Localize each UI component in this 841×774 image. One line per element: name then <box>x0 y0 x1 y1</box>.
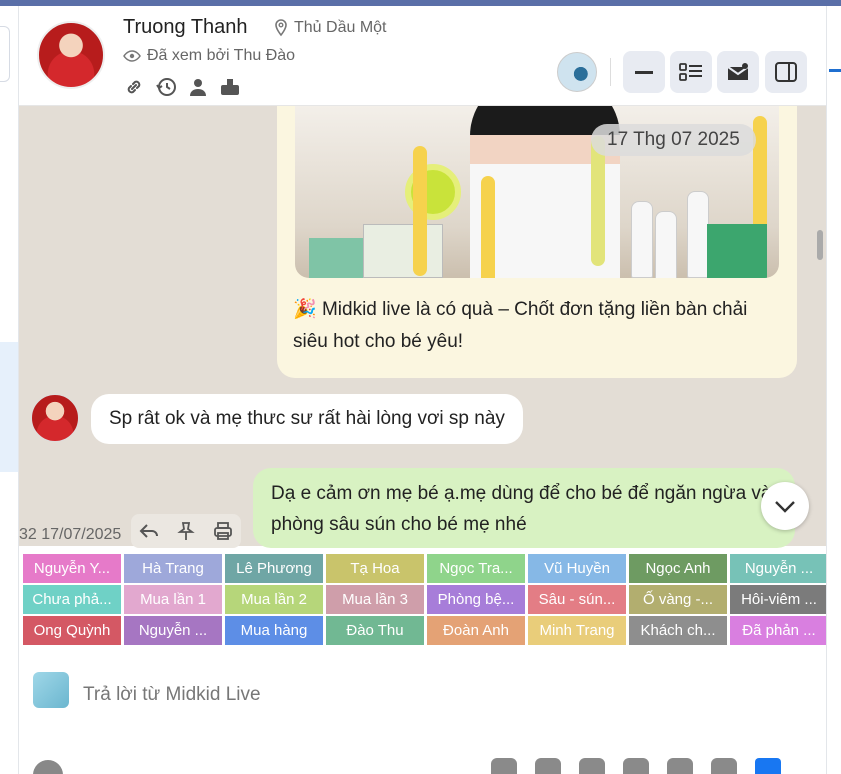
contact-location: Thủ Dầu Một <box>294 19 387 36</box>
tag-chip[interactable]: Phòng bệ... <box>427 585 525 614</box>
tag-chip[interactable]: Nguyễn Y... <box>23 554 121 583</box>
tag-chip[interactable]: Ố vàng -... <box>629 585 727 614</box>
product-bottle <box>687 191 709 278</box>
tag-chip[interactable]: Mua hàng <box>225 616 323 645</box>
tag-chip[interactable]: Tạ Hoa <box>326 554 424 583</box>
tag-chip[interactable]: Khách ch... <box>629 616 727 645</box>
scrollbar-thumb[interactable] <box>817 230 823 260</box>
minimize-icon <box>635 71 653 74</box>
tag-chip[interactable]: Mua lần 1 <box>124 585 222 614</box>
incoming-message[interactable]: Sp rât ok và mẹ thưc sư rất hài lòng vơi… <box>91 394 523 444</box>
tag-chip[interactable]: Hà Trang <box>124 554 222 583</box>
date-separator: 17 Thg 07 2025 <box>591 124 756 156</box>
right-indicator <box>829 69 841 72</box>
tag-chip[interactable]: Mua lần 3 <box>326 585 424 614</box>
template-icon[interactable] <box>711 758 737 774</box>
conversation-header: Truong Thanh Thủ Dầu Một Đã xem bởi Thu … <box>19 6 826 106</box>
message-actions <box>131 514 241 548</box>
link-icon[interactable] <box>123 76 145 98</box>
print-icon[interactable] <box>212 520 234 542</box>
outgoing-message[interactable]: Dạ e cảm ơn mẹ bé ạ.mẹ dùng để cho bé để… <box>253 468 795 548</box>
tag-chip[interactable]: Nguyễn ... <box>730 554 826 583</box>
tag-chip[interactable]: Lê Phương <box>225 554 323 583</box>
toothbrush-image <box>413 146 427 276</box>
contact-avatar[interactable] <box>37 21 105 89</box>
tag-chip[interactable]: Nguyễn ... <box>124 616 222 645</box>
product-bottle <box>655 211 677 278</box>
tag-chip[interactable]: Ngọc Tra... <box>427 554 525 583</box>
tag-chip[interactable]: Chưa phả... <box>23 585 121 614</box>
sticker-icon[interactable] <box>579 758 605 774</box>
left-collapse-tab[interactable] <box>0 26 10 82</box>
tag-chip[interactable]: Đã phản ... <box>730 616 826 645</box>
tag-chip[interactable]: Mua lần 2 <box>225 585 323 614</box>
location-pin-icon <box>275 19 287 37</box>
call-icon[interactable] <box>491 758 517 774</box>
party-emoji: 🎉 <box>293 299 317 320</box>
message-area[interactable]: 17 Thg 07 2025 🎉 Midkid live là có quà –… <box>19 106 826 548</box>
image-icon[interactable] <box>667 758 693 774</box>
envelope-icon <box>727 63 749 80</box>
tag-chip[interactable]: Đào Thu <box>326 616 424 645</box>
tag-grid: Nguyễn Y... Hà Trang Lê Phương Tạ Hoa Ngọc T… <box>23 554 826 645</box>
sidebar-toggle-button[interactable] <box>765 51 807 93</box>
media-caption: 🎉 Midkid live là có quà – Chốt đơn tặng … <box>293 294 779 358</box>
reply-bar: Trả lời từ Midkid Live <box>19 648 826 774</box>
sender-avatar[interactable] <box>31 394 79 442</box>
tag-chip[interactable]: Sâu - sún... <box>528 585 626 614</box>
like-icon[interactable] <box>755 758 781 774</box>
left-sidebar-edge <box>0 6 18 774</box>
tag-chip[interactable]: Minh Trang <box>528 616 626 645</box>
left-selected-highlight <box>0 342 18 472</box>
tag-chip[interactable]: Ngọc Anh <box>629 554 727 583</box>
contact-name[interactable]: Truong Thanh <box>123 16 248 39</box>
list-button[interactable] <box>670 51 712 93</box>
caption-text: Midkid live là có quà – Chốt đơn tặng li… <box>293 299 748 352</box>
help-icon[interactable] <box>33 760 63 774</box>
tag-chip[interactable]: Hôi-viêm ... <box>730 585 826 614</box>
pin-icon[interactable] <box>175 520 197 542</box>
gift-box <box>707 224 767 278</box>
chevron-down-icon <box>775 501 795 513</box>
toothbrush-image <box>481 176 495 278</box>
tag-chip[interactable]: Vũ Huyền <box>528 554 626 583</box>
header-divider <box>610 58 611 86</box>
composer-icons <box>491 758 781 774</box>
reply-input[interactable]: Trả lời từ Midkid Live <box>83 684 261 706</box>
header-action-icons <box>123 76 241 98</box>
envelope-button[interactable] <box>717 51 759 93</box>
media-message[interactable]: 17 Thg 07 2025 🎉 Midkid live là có quà –… <box>277 106 797 378</box>
history-icon[interactable] <box>155 76 177 98</box>
list-icon <box>679 63 702 81</box>
product-box <box>363 224 443 278</box>
right-edge <box>827 6 841 774</box>
product-bottle <box>631 201 653 278</box>
attachment-icon[interactable] <box>623 758 649 774</box>
reply-icon[interactable] <box>138 520 160 542</box>
message-timestamp: 32 17/07/2025 <box>19 526 122 543</box>
inbox-icon[interactable] <box>219 76 241 98</box>
conversation-panel: Truong Thanh Thủ Dầu Một Đã xem bởi Thu … <box>18 6 827 774</box>
tag-chip[interactable]: Đoàn Anh <box>427 616 525 645</box>
seen-by-text: Đã xem bởi Thu Đào <box>147 47 296 64</box>
gift-icon[interactable] <box>535 758 561 774</box>
scroll-down-button[interactable] <box>761 482 809 530</box>
minimize-button[interactable] <box>623 51 665 93</box>
page-avatar <box>33 672 69 708</box>
person-icon[interactable] <box>187 76 209 98</box>
sidebar-icon <box>775 62 797 82</box>
eye-icon <box>123 50 141 62</box>
assignee-avatar[interactable] <box>557 52 597 92</box>
tag-chip[interactable]: Ong Quỳnh <box>23 616 121 645</box>
